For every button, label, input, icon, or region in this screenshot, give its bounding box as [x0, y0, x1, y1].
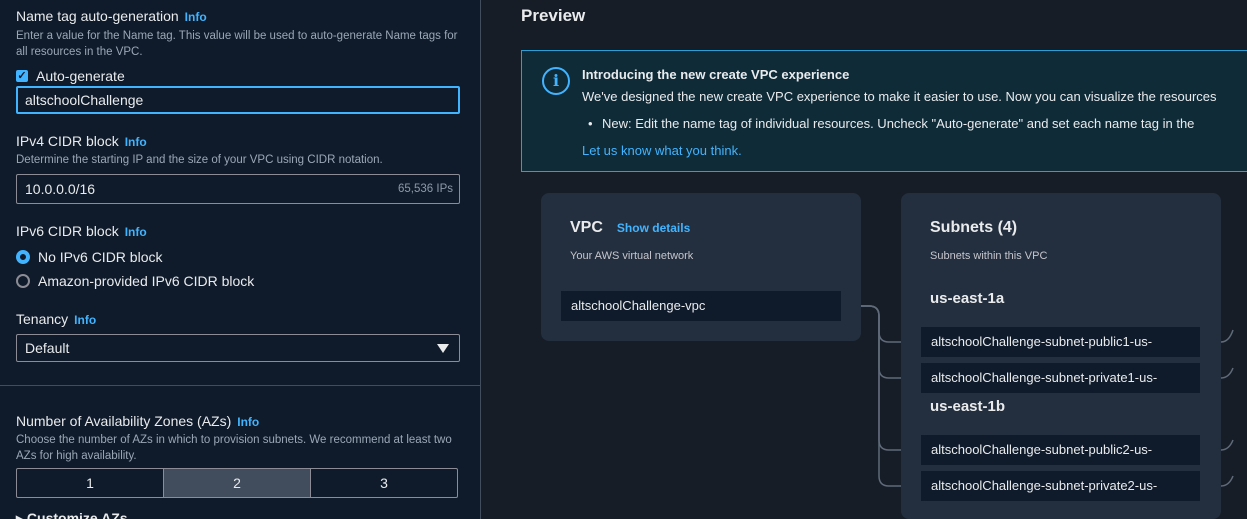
- radio-no-ipv6[interactable]: No IPv6 CIDR block: [16, 249, 162, 265]
- show-details-link[interactable]: Show details: [617, 221, 690, 235]
- checkmark-icon: ✓: [16, 70, 28, 82]
- ipv6-info-link[interactable]: Info: [125, 225, 147, 239]
- vpc-card: VPC Show details Your AWS virtual network…: [541, 193, 861, 341]
- vpc-resource[interactable]: altschoolChallenge-vpc: [561, 291, 841, 321]
- azs-label: Number of Availability Zones (AZs) Info: [16, 413, 260, 429]
- dropdown-caret-icon: [437, 344, 449, 353]
- section-divider: [0, 385, 480, 386]
- az-option-3[interactable]: 3: [311, 469, 457, 497]
- tenancy-select[interactable]: Default: [16, 334, 460, 362]
- ipv4-label: IPv4 CIDR block Info: [16, 133, 147, 149]
- az-heading: us-east-1b: [930, 398, 1006, 415]
- ipv4-info-link[interactable]: Info: [125, 135, 147, 149]
- auto-generate-label: Auto-generate: [36, 68, 125, 84]
- az-heading: us-east-1a: [930, 290, 1005, 307]
- subnet-item[interactable]: altschoolChallenge-subnet-private1-us-: [921, 363, 1200, 393]
- ipv4-description: Determine the starting IP and the size o…: [16, 154, 383, 166]
- radio-unselected-icon: [16, 274, 30, 288]
- tenancy-label: Tenancy Info: [16, 311, 97, 327]
- az-option-2[interactable]: 2: [164, 469, 311, 497]
- az-option-1[interactable]: 1: [17, 469, 164, 497]
- tenancy-info-link[interactable]: Info: [74, 313, 96, 327]
- caret-right-icon: ▸: [16, 510, 27, 519]
- subnet-item[interactable]: altschoolChallenge-subnet-private2-us-: [921, 471, 1200, 501]
- name-tag-info-link[interactable]: Info: [185, 10, 207, 24]
- auto-generate-checkbox[interactable]: ✓ Auto-generate: [16, 68, 125, 84]
- name-tag-label: Name tag auto-generation Info: [16, 8, 207, 24]
- radio-amazon-ipv6[interactable]: Amazon-provided IPv6 CIDR block: [16, 273, 254, 289]
- subnet-item[interactable]: altschoolChallenge-subnet-public2-us-: [921, 435, 1200, 465]
- subnets-card-subtitle: Subnets within this VPC: [930, 250, 1048, 262]
- ipv6-label: IPv6 CIDR block Info: [16, 223, 147, 239]
- subnets-card-title: Subnets (4): [930, 219, 1018, 236]
- ipv4-cidr-input[interactable]: 10.0.0.0/16 65,536 IPs: [16, 174, 460, 204]
- vpc-card-title: VPC Show details: [570, 219, 691, 236]
- azs-info-link[interactable]: Info: [237, 415, 259, 429]
- subnets-card: Subnets (4) Subnets within this VPC us-e…: [901, 193, 1221, 519]
- vpc-card-subtitle: Your AWS virtual network: [570, 250, 694, 262]
- ip-count: 65,536 IPs: [398, 183, 453, 195]
- azs-segmented-control: 1 2 3: [16, 468, 458, 498]
- vpc-settings-panel: Name tag auto-generation Info Enter a val…: [0, 0, 481, 519]
- name-tag-input[interactable]: altschoolChallenge: [16, 86, 460, 114]
- ipv4-cidr-value: 10.0.0.0/16: [25, 181, 96, 197]
- azs-description: Choose the number of AZs in which to pro…: [16, 434, 452, 462]
- preview-panel: Preview i Introducing the new create VPC…: [481, 0, 1247, 519]
- radio-selected-icon: [16, 250, 30, 264]
- subnet-item[interactable]: altschoolChallenge-subnet-public1-us-: [921, 327, 1200, 357]
- name-tag-description: Enter a value for the Name tag. This val…: [16, 30, 458, 58]
- customize-azs-expander[interactable]: ▸ Customize AZs: [16, 510, 128, 519]
